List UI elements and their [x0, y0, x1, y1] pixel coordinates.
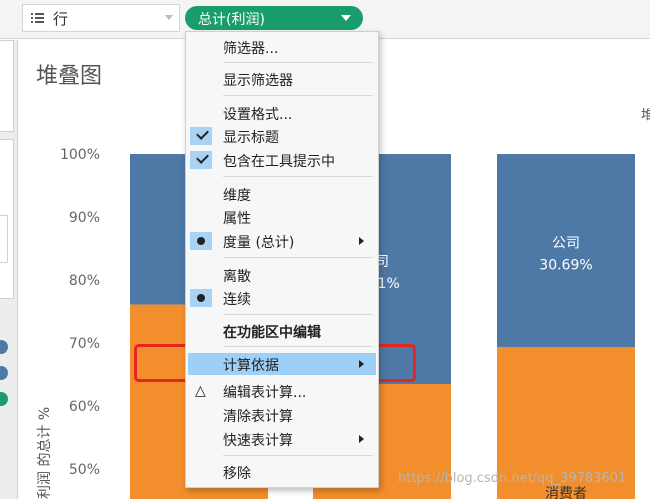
left-panel-section	[0, 40, 14, 132]
menu-item-show-header[interactable]: 显示标题	[186, 125, 378, 147]
menu-divider	[223, 257, 373, 258]
menu-item-show-filter[interactable]: 显示筛选器	[186, 68, 378, 90]
menu-divider	[223, 346, 373, 347]
y-tick-label: 60%	[69, 399, 100, 415]
menu-item-label: 连续	[223, 292, 251, 308]
color-legend-dot[interactable]	[0, 340, 8, 354]
sheet-title: 堆叠图	[36, 64, 103, 89]
chevron-down-icon[interactable]	[341, 15, 351, 21]
watermark-text: https://blog.csdn.net/qq_39783601	[398, 471, 627, 486]
selected-indicator	[190, 289, 212, 307]
menu-item-compute-using[interactable]: 计算依据	[188, 353, 376, 375]
left-panel-field[interactable]	[0, 215, 8, 263]
menu-item-label: 显示标题	[223, 130, 279, 146]
menu-item-measure[interactable]: 度量 (总计)	[186, 230, 378, 252]
color-legend-dot[interactable]	[0, 392, 8, 406]
menu-item-clear-table-calc[interactable]: 清除表计算	[186, 404, 378, 426]
legend-title: 堆	[641, 108, 650, 123]
menu-item-label: 包含在工具提示中	[223, 154, 335, 170]
checkmark-icon	[196, 151, 209, 164]
data-label: 公司	[552, 236, 580, 252]
submenu-arrow-icon	[359, 237, 364, 245]
menu-item-label: 在功能区中编辑	[223, 325, 321, 341]
menu-divider	[223, 95, 373, 96]
menu-item-remove[interactable]: 移除	[186, 461, 378, 483]
y-tick-label: 50%	[69, 462, 100, 478]
data-label: 30.69%	[539, 258, 592, 274]
menu-item-label: 计算依据	[223, 358, 279, 374]
menu-item-quick-table-calc[interactable]: 快速表计算	[186, 428, 378, 450]
menu-item-filter[interactable]: 筛选器...	[186, 36, 378, 58]
checkmark-icon	[196, 127, 209, 140]
menu-item-discrete[interactable]: 离散	[186, 264, 378, 286]
selected-indicator	[190, 232, 212, 250]
left-panel	[0, 40, 18, 499]
menu-item-dimension[interactable]: 维度	[186, 183, 378, 205]
menu-item-include-tooltip[interactable]: 包含在工具提示中	[186, 149, 378, 171]
menu-divider	[223, 314, 373, 315]
menu-item-attribute[interactable]: 属性	[186, 206, 378, 228]
menu-item-label: 显示筛选器	[223, 73, 293, 89]
menu-item-continuous[interactable]: 连续	[186, 287, 378, 309]
data-label: 消费者	[545, 486, 587, 499]
y-tick-label: 90%	[69, 210, 100, 226]
menu-divider	[223, 176, 373, 177]
y-axis-label: 利润 的总计 %	[37, 407, 53, 499]
checked-indicator	[190, 151, 212, 169]
rows-shelf-label: 行	[53, 10, 69, 28]
menu-item-label: 离散	[223, 269, 251, 285]
y-tick-label: 70%	[69, 336, 100, 352]
radio-dot-icon	[197, 237, 205, 245]
menu-item-label: 筛选器...	[223, 41, 279, 57]
menu-item-label: 快速表计算	[223, 433, 293, 449]
checked-indicator	[190, 127, 212, 145]
menu-item-format[interactable]: 设置格式...	[186, 102, 378, 124]
menu-divider	[223, 62, 373, 63]
y-tick-label: 80%	[69, 273, 100, 289]
menu-item-label: 设置格式...	[223, 107, 293, 123]
rows-shelf[interactable]: 行	[22, 4, 180, 32]
context-menu: 筛选器... 显示筛选器 设置格式... 显示标题 包含在工具提示中 维度 属性…	[185, 31, 379, 488]
measure-pill[interactable]: 总计(利润)	[185, 6, 363, 30]
menu-item-label: 清除表计算	[223, 409, 293, 425]
radio-dot-icon	[197, 294, 205, 302]
bar-segment-公司	[497, 154, 635, 348]
rows-icon	[31, 13, 44, 23]
menu-item-edit-table-calc[interactable]: △ 编辑表计算...	[186, 380, 378, 402]
menu-item-label: 维度	[223, 188, 251, 204]
menu-item-edit-in-shelf[interactable]: 在功能区中编辑	[186, 320, 378, 342]
delta-icon: △	[195, 383, 206, 399]
menu-item-label: 属性	[223, 211, 251, 227]
menu-divider	[223, 455, 373, 456]
chevron-down-icon[interactable]	[165, 15, 173, 20]
menu-item-label: 编辑表计算...	[223, 385, 307, 401]
submenu-arrow-icon	[359, 360, 364, 368]
submenu-arrow-icon	[359, 435, 364, 443]
measure-pill-label: 总计(利润)	[198, 12, 265, 28]
menu-item-label: 移除	[223, 466, 251, 482]
color-legend-dot[interactable]	[0, 366, 8, 380]
y-tick-label: 100%	[60, 147, 100, 163]
menu-item-label: 度量 (总计)	[223, 235, 295, 251]
